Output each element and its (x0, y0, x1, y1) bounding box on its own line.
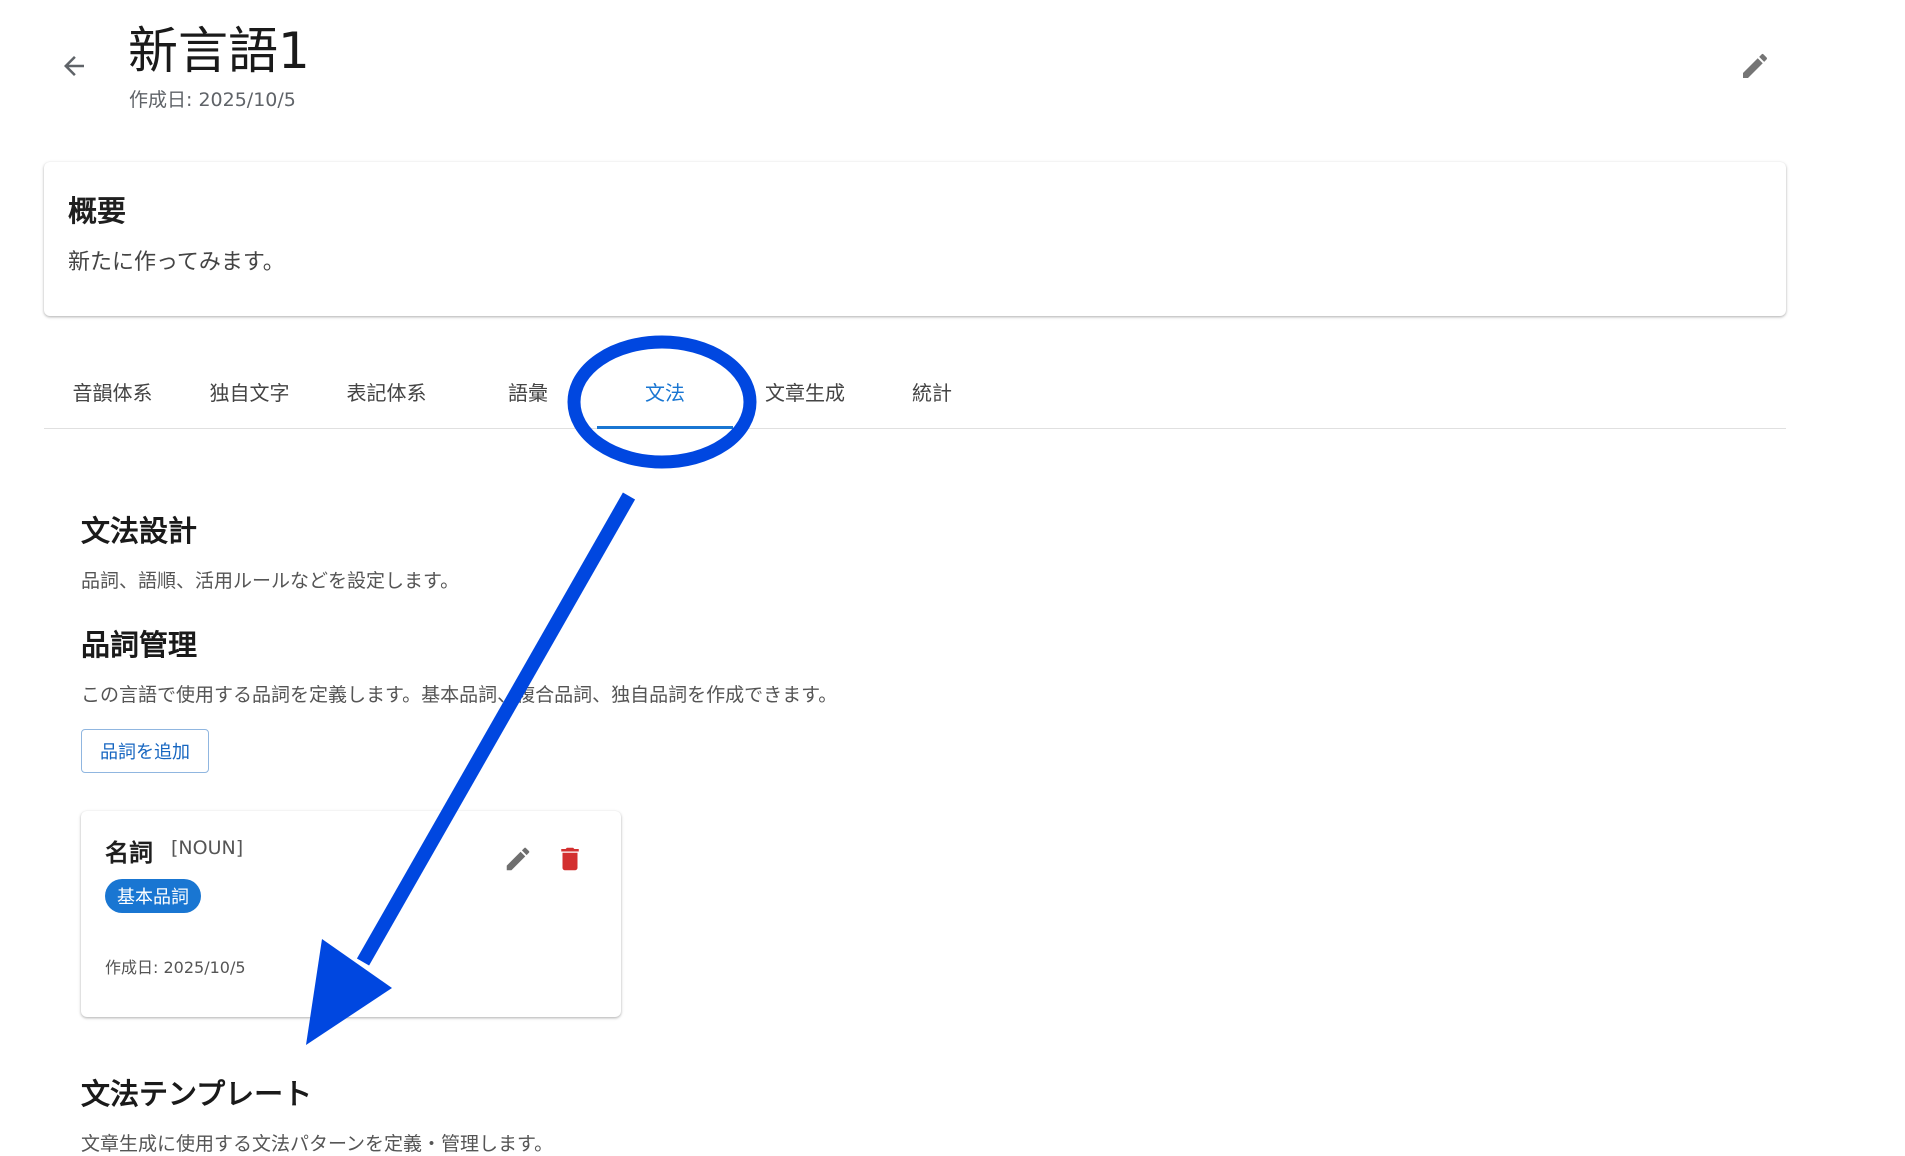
tab-vocabulary[interactable]: 語彙 (498, 354, 558, 428)
grammar-design-title: 文法設計 (81, 514, 198, 548)
trash-icon (555, 844, 585, 878)
tab-grammar[interactable]: 文法 (597, 354, 733, 429)
pos-type-badge: 基本品詞 (105, 879, 201, 913)
page-title: 新言語1 (128, 22, 310, 80)
arrow-left-icon (59, 51, 89, 85)
overview-card: 概要 新たに作ってみます。 (44, 162, 1786, 316)
tab-text-generation[interactable]: 文章生成 (750, 354, 860, 428)
tab-script[interactable]: 独自文字 (197, 354, 302, 428)
grammar-templates-title: 文法テンプレート (81, 1077, 313, 1111)
tab-orthography[interactable]: 表記体系 (334, 354, 439, 428)
pos-delete-button[interactable] (550, 841, 590, 881)
edit-language-button[interactable] (1733, 46, 1777, 90)
add-pos-button[interactable]: 品詞を追加 (81, 729, 209, 773)
back-button[interactable] (56, 50, 92, 86)
pos-edit-button[interactable] (498, 841, 538, 881)
tab-bar: 音韻体系 独自文字 表記体系 語彙 文法 文章生成 統計 (44, 354, 1786, 429)
pencil-icon (503, 844, 533, 878)
overview-title: 概要 (68, 194, 127, 228)
created-date: 作成日: 2025/10/5 (129, 89, 296, 111)
overview-text: 新たに作ってみます。 (68, 250, 285, 275)
pos-management-description: この言語で使用する品詞を定義します。基本品詞、複合品詞、独自品詞を作成できます。 (81, 684, 838, 706)
tab-statistics[interactable]: 統計 (902, 354, 962, 428)
pos-management-title: 品詞管理 (81, 628, 198, 662)
tab-phonology[interactable]: 音韻体系 (60, 354, 165, 428)
pos-code: [NOUN] (171, 837, 244, 859)
grammar-templates-description: 文章生成に使用する文法パターンを定義・管理します。 (81, 1133, 554, 1155)
pos-name: 名詞 (105, 839, 153, 867)
grammar-design-description: 品詞、語順、活用ルールなどを設定します。 (81, 570, 460, 592)
pos-card: 名詞 [NOUN] 基本品詞 作成日: 2025/10/5 (81, 811, 621, 1017)
pencil-icon (1739, 50, 1771, 86)
pos-created-date: 作成日: 2025/10/5 (105, 958, 246, 977)
